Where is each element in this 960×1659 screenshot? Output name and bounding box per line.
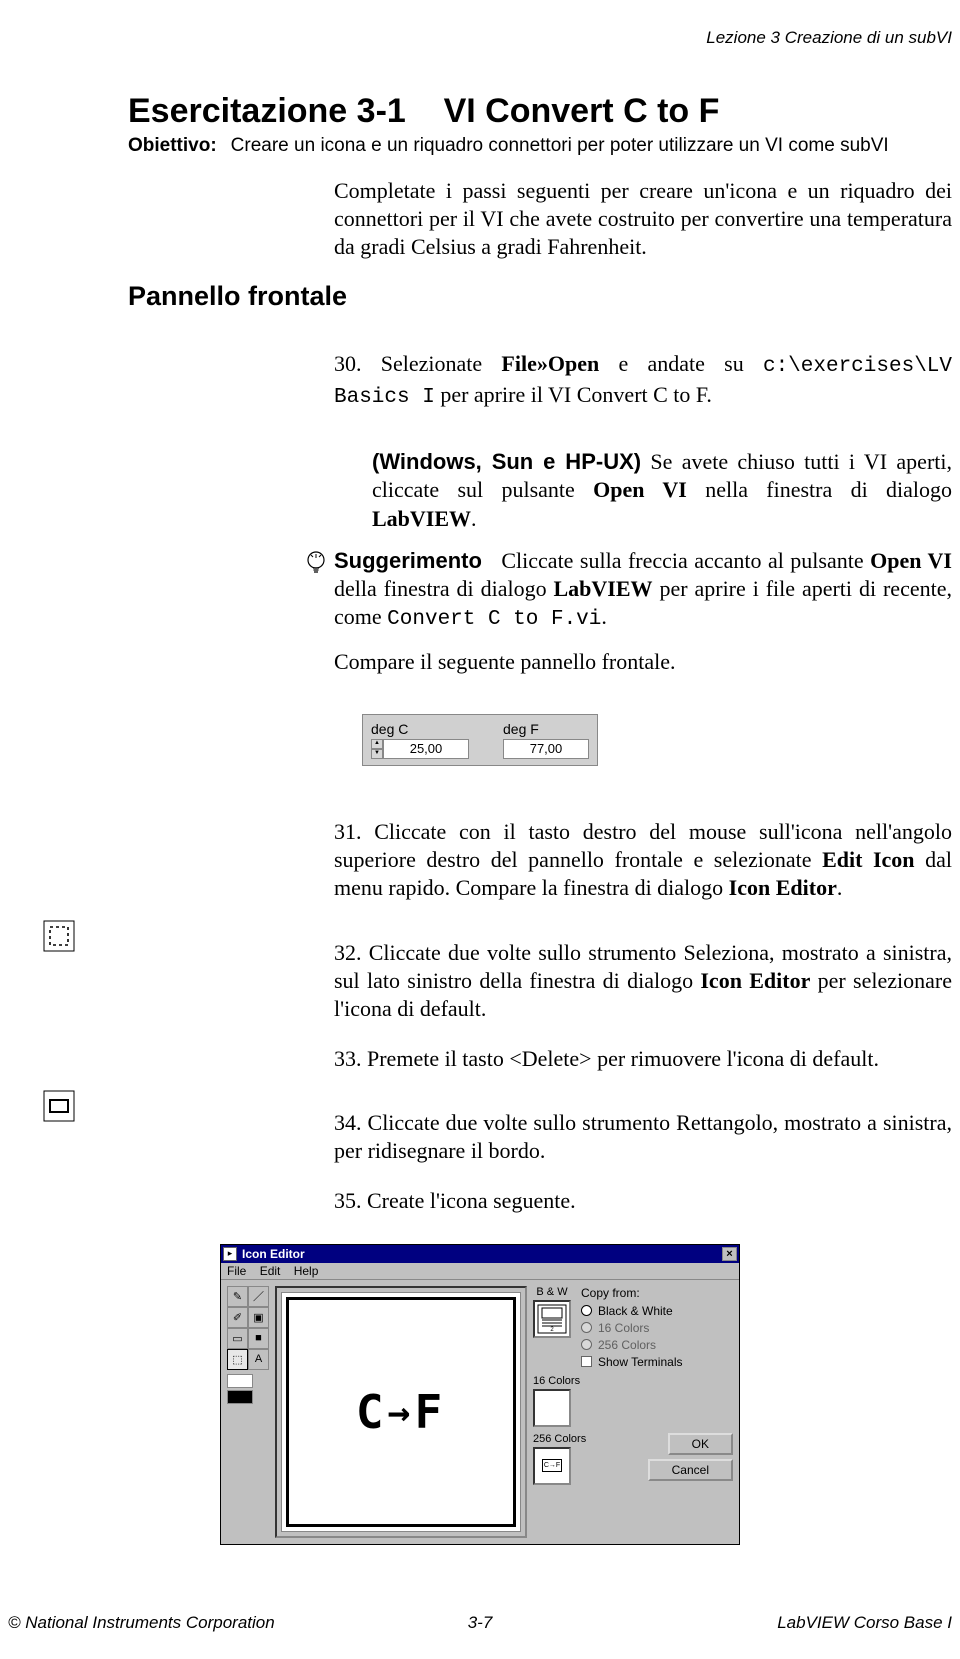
step-33-num: 33.: [334, 1046, 362, 1071]
menu-help[interactable]: Help: [294, 1264, 319, 1278]
step-30: 30. Selezionate File»Open e andate su c:…: [334, 350, 952, 412]
dialog-system-icon[interactable]: ▸: [223, 1247, 237, 1261]
step-35: 35. Create l'icona seguente.: [334, 1187, 952, 1215]
select-tool-icon: [0, 917, 128, 1088]
deg-c-value[interactable]: 25,00: [383, 739, 469, 759]
tip-label: Suggerimento: [334, 548, 482, 573]
preview-16-label: 16 Colors: [533, 1375, 580, 1387]
deg-f-value: 77,00: [503, 739, 589, 759]
icon-editor-dialog: ▸ Icon Editor × File Edit Help ✎ ／ ✐ ▣ ▭: [220, 1244, 740, 1545]
step-31: 31. Cliccate con il tasto destro del mou…: [334, 818, 952, 902]
menu-file-open: File»Open: [501, 351, 599, 376]
dialog-title-text: Icon Editor: [242, 1247, 722, 1261]
deg-c-label: deg C: [371, 721, 408, 737]
objective-text: Creare un icona e un riquadro connettori…: [231, 135, 889, 157]
icon-canvas-wrap: C→F: [275, 1286, 527, 1538]
dialog-menubar: File Edit Help: [221, 1263, 739, 1280]
copy-from-256-radio[interactable]: 256 Colors: [581, 1338, 733, 1352]
exercise-title: Esercitazione 3-1 VI Convert C to F: [128, 92, 952, 131]
footer-page-number: 3-7: [323, 1613, 638, 1633]
exercise-name: VI Convert C to F: [444, 92, 720, 130]
step-33: 33. Premete il tasto <Delete> per rimuov…: [334, 1045, 952, 1073]
cancel-button[interactable]: Cancel: [648, 1459, 733, 1481]
exercise-number: Esercitazione 3-1: [128, 92, 406, 130]
copy-from-label: Copy from:: [581, 1286, 733, 1300]
ok-button[interactable]: OK: [668, 1433, 733, 1455]
preview-16-button[interactable]: [533, 1389, 571, 1427]
menu-file[interactable]: File: [227, 1264, 246, 1278]
step-32: 32. Cliccate due volte sullo strumento S…: [334, 939, 952, 1023]
page: Lezione 3 Creazione di un subVI Esercita…: [0, 0, 960, 1659]
filled-rect-tool[interactable]: ■: [248, 1328, 269, 1349]
foreground-color-swatch[interactable]: [227, 1374, 253, 1388]
text-tool[interactable]: A: [248, 1349, 269, 1370]
footer-left: © National Instruments Corporation: [8, 1613, 323, 1633]
copy-from-bw-radio[interactable]: Black & White: [581, 1304, 733, 1318]
background-color-swatch[interactable]: [227, 1390, 253, 1404]
appears-text: Compare il seguente pannello frontale.: [334, 648, 952, 676]
preview-bw-label: B & W: [536, 1286, 567, 1298]
dialog-titlebar[interactable]: ▸ Icon Editor ×: [221, 1245, 739, 1263]
step-30-num: 30.: [334, 351, 362, 376]
step-35-num: 35.: [334, 1188, 362, 1213]
objective-label: Obiettivo:: [128, 135, 217, 157]
pencil-tool[interactable]: ✎: [227, 1286, 248, 1307]
preview-bw-button[interactable]: 2: [533, 1300, 571, 1338]
step-34-num: 34.: [334, 1110, 362, 1135]
rectangle-tool-icon: [0, 1087, 128, 1229]
preview-256-button[interactable]: C→F: [533, 1447, 571, 1485]
deg-c-control: deg C ▲▼ 25,00: [371, 721, 469, 759]
tip-block: Suggerimento Cliccate sulla freccia acca…: [298, 547, 952, 676]
line-tool[interactable]: ／: [248, 1286, 269, 1307]
icon-canvas[interactable]: C→F: [281, 1292, 521, 1532]
rect-tool[interactable]: ▭: [227, 1328, 248, 1349]
dropper-tool[interactable]: ✐: [227, 1307, 248, 1328]
step-34: 34. Cliccate due volte sullo strumento R…: [334, 1109, 952, 1165]
select-tool[interactable]: ⬚: [227, 1349, 248, 1370]
page-footer: © National Instruments Corporation 3-7 L…: [0, 1613, 960, 1633]
deg-c-spinner[interactable]: ▲▼: [371, 739, 383, 759]
preview-256-label: 256 Colors: [533, 1433, 586, 1445]
copy-from-16-radio[interactable]: 16 Colors: [581, 1321, 733, 1335]
tip-lightbulb-icon: [298, 547, 334, 676]
platform-note-lead: (Windows, Sun e HP-UX): [372, 449, 641, 474]
toolbox: ✎ ／ ✐ ▣ ▭ ■ ⬚ A: [227, 1286, 269, 1538]
show-terminals-checkbox[interactable]: Show Terminals: [581, 1355, 733, 1369]
footer-right: LabVIEW Corso Base I: [637, 1613, 952, 1633]
running-header: Lezione 3 Creazione di un subVI: [0, 28, 960, 48]
menu-edit[interactable]: Edit: [260, 1264, 281, 1278]
fill-tool[interactable]: ▣: [248, 1307, 269, 1328]
front-panel-figure: deg C ▲▼ 25,00 deg F 77,00: [0, 714, 960, 766]
deg-f-label: deg F: [503, 721, 539, 737]
intro-paragraph: Completate i passi seguenti per creare u…: [334, 177, 952, 261]
deg-f-indicator: deg F 77,00: [503, 721, 589, 759]
step-32-num: 32.: [334, 940, 362, 965]
platform-note: (Windows, Sun e HP-UX) Se avete chiuso t…: [372, 448, 952, 532]
close-icon[interactable]: ×: [722, 1247, 737, 1261]
step-31-num: 31.: [334, 819, 362, 844]
section-heading: Pannello frontale: [128, 281, 952, 312]
